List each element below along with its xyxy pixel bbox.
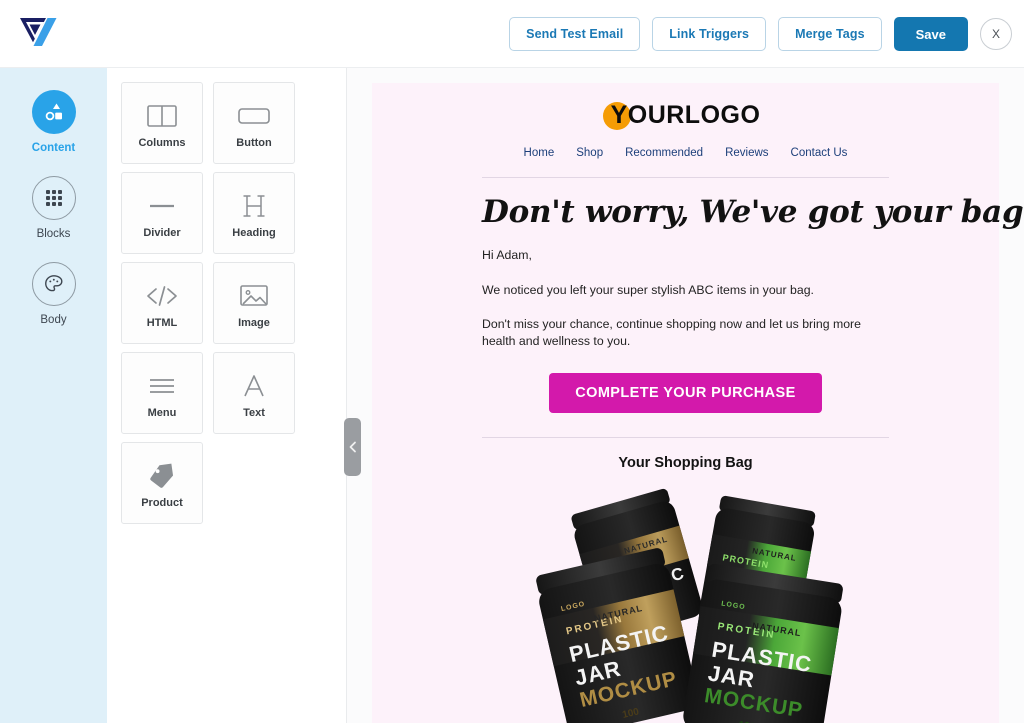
link-triggers-button[interactable]: Link Triggers xyxy=(652,17,767,51)
email-canvas: YOURLOGO Home Shop Recommended Reviews C… xyxy=(347,68,1024,723)
rail-item-blocks[interactable]: Blocks xyxy=(0,154,107,240)
palette-card-image[interactable]: Image xyxy=(213,262,295,344)
left-rail: Content Blocks Body xyxy=(0,68,107,723)
shapes-icon xyxy=(31,90,76,134)
send-test-email-button[interactable]: Send Test Email xyxy=(509,17,641,51)
columns-icon xyxy=(146,97,178,135)
toolbar-actions: Send Test Email Link Triggers Merge Tags… xyxy=(509,0,1012,68)
email-greeting: Hi Adam, xyxy=(482,248,532,262)
heading-icon xyxy=(241,187,267,225)
email-nav-reviews[interactable]: Reviews xyxy=(725,147,768,159)
palette-label-button: Button xyxy=(236,137,272,149)
palette-card-text[interactable]: Text xyxy=(213,352,295,434)
block-palette: Columns Button Divider Heading HTML Imag… xyxy=(107,68,347,723)
button-icon xyxy=(237,97,271,135)
palette-label-html: HTML xyxy=(146,317,178,329)
email-logo: YOURLOGO xyxy=(602,101,761,130)
top-toolbar: Send Test Email Link Triggers Merge Tags… xyxy=(0,0,1024,68)
palette-label-product: Product xyxy=(141,497,183,509)
collapse-panel-handle[interactable] xyxy=(344,418,361,476)
shopping-bag-title: Your Shopping Bag xyxy=(618,455,753,472)
palette-label-divider: Divider xyxy=(143,227,181,239)
close-button[interactable]: X xyxy=(980,18,1012,50)
email-nav-home[interactable]: Home xyxy=(524,147,555,159)
email-logo-row: YOURLOGO xyxy=(482,83,889,130)
email-headline: Don't worry, We've got your bag! xyxy=(482,194,1024,230)
merge-tags-button[interactable]: Merge Tags xyxy=(778,17,882,51)
palette-card-columns[interactable]: Columns xyxy=(121,82,203,164)
menu-icon xyxy=(147,367,177,405)
code-icon xyxy=(145,277,179,315)
rail-label-content: Content xyxy=(31,142,76,154)
palette-card-html[interactable]: HTML xyxy=(121,262,203,344)
palette-grid: Columns Button Divider Heading HTML Imag… xyxy=(121,82,321,524)
divider-icon xyxy=(147,187,177,225)
email-nav-recommended[interactable]: Recommended xyxy=(625,147,703,159)
rail-label-blocks: Blocks xyxy=(36,228,71,240)
image-icon xyxy=(239,277,269,315)
email-body: YOURLOGO Home Shop Recommended Reviews C… xyxy=(372,83,1024,723)
rail-item-body[interactable]: Body xyxy=(0,240,107,326)
text-icon xyxy=(240,367,268,405)
palette-card-button[interactable]: Button xyxy=(213,82,295,164)
email-paragraph-1: We noticed you left your super stylish A… xyxy=(482,282,814,297)
email-logo-text: YOURLOGO xyxy=(610,101,761,129)
palette-card-divider[interactable]: Divider xyxy=(121,172,203,254)
grid-icon xyxy=(31,176,76,220)
palette-label-columns: Columns xyxy=(138,137,186,149)
save-button[interactable]: Save xyxy=(893,17,968,51)
palette-card-heading[interactable]: Heading xyxy=(213,172,295,254)
palette-icon xyxy=(31,262,76,306)
email-nav-shop[interactable]: Shop xyxy=(576,147,603,159)
rail-label-body: Body xyxy=(40,314,67,326)
product-image[interactable]: PROTEIN PLASTIC JAR NATURAL PROTEIN PLAS… xyxy=(482,481,889,723)
tag-icon xyxy=(147,457,177,495)
email-nav: Home Shop Recommended Reviews Contact Us xyxy=(482,130,889,159)
rail-item-content[interactable]: Content xyxy=(0,68,107,154)
complete-your-purchase-button[interactable]: COMPLETE YOUR PURCHASE xyxy=(549,373,822,414)
palette-label-text: Text xyxy=(243,407,265,419)
email-paragraph-2: Don't miss your chance, continue shoppin… xyxy=(482,316,861,349)
email-cta-row: COMPLETE YOUR PURCHASE xyxy=(482,351,889,414)
email-preview[interactable]: YOURLOGO Home Shop Recommended Reviews C… xyxy=(372,83,1024,723)
app-logo[interactable] xyxy=(16,12,68,52)
email-editor-app: Send Test Email Link Triggers Merge Tags… xyxy=(0,0,1024,723)
palette-label-menu: Menu xyxy=(147,407,177,419)
chevron-left-icon xyxy=(349,441,356,453)
palette-label-image: Image xyxy=(238,317,270,329)
jar-front-green: LOGO PROTEIN PLASTIC JAR MOCKUP NATURAL … xyxy=(683,564,843,723)
viral-loops-logo-icon xyxy=(20,18,57,46)
palette-card-menu[interactable]: Menu xyxy=(121,352,203,434)
email-nav-contact-us[interactable]: Contact Us xyxy=(791,147,848,159)
palette-card-product[interactable]: Product xyxy=(121,442,203,524)
palette-label-heading: Heading xyxy=(232,227,276,239)
